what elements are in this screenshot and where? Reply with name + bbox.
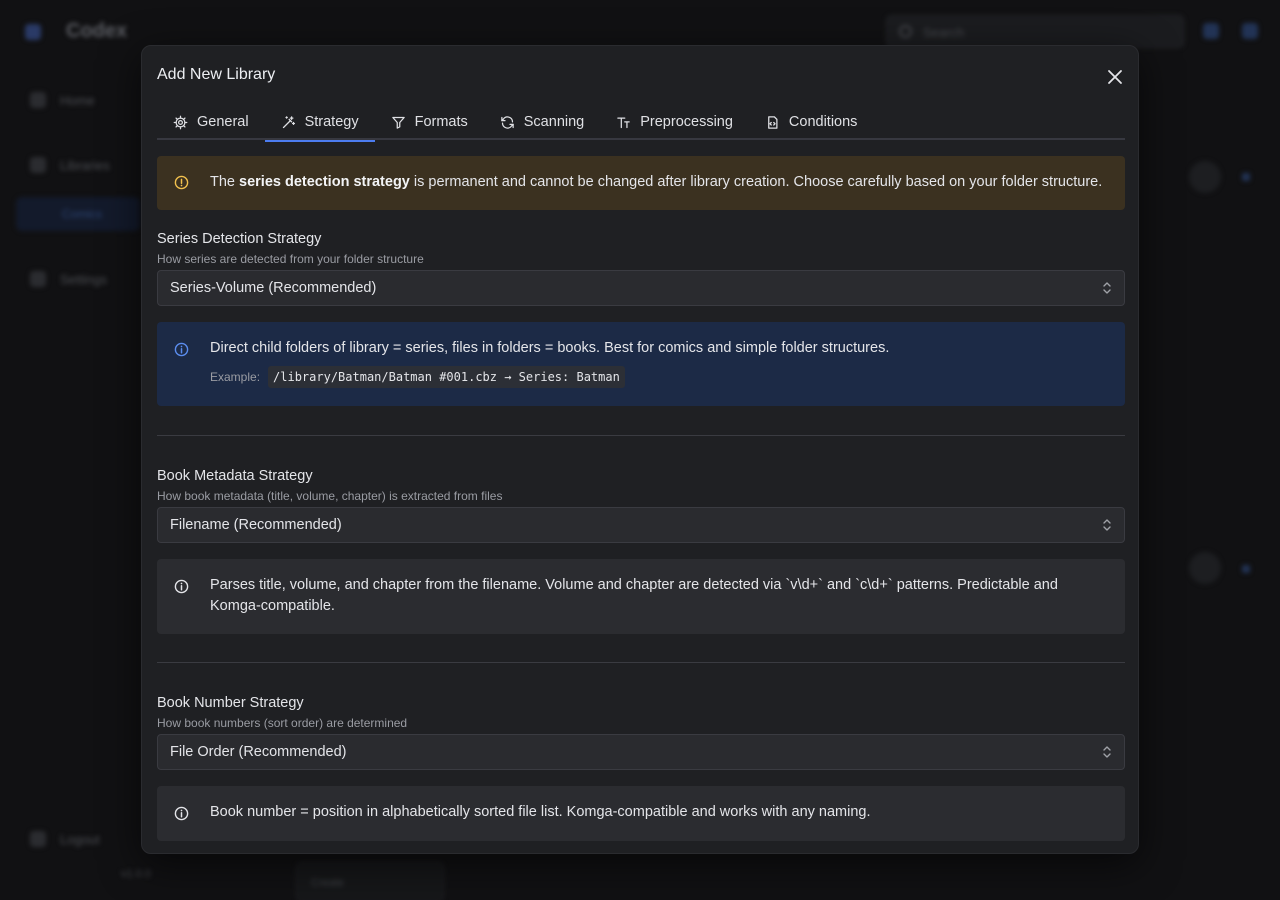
select-value: Filename (Recommended) — [170, 517, 342, 533]
background-card: Create — [296, 862, 444, 900]
warning-icon — [174, 175, 189, 195]
add-library-modal: Add New Library General Strategy Formats… — [141, 45, 1139, 854]
search-input: Search — [886, 15, 1184, 48]
tab-conditions[interactable]: Conditions — [749, 104, 874, 140]
bg-indicator — [1242, 565, 1250, 573]
tab-label: Strategy — [304, 114, 359, 130]
close-icon — [1108, 70, 1122, 84]
sidebar-item-settings: Settings — [30, 271, 107, 287]
tab-scanning[interactable]: Scanning — [484, 104, 600, 140]
series-strategy-label: Series Detection Strategy — [157, 231, 322, 247]
info-icon — [174, 342, 189, 362]
tab-strategy[interactable]: Strategy — [264, 104, 375, 142]
section-divider — [157, 435, 1125, 436]
section-divider — [157, 662, 1125, 663]
close-button[interactable] — [1104, 66, 1126, 88]
book-number-info-text: Book number = position in alphabetically… — [210, 804, 871, 820]
app-name: Codex — [66, 20, 128, 42]
sidebar-item-logout: Logout — [30, 831, 100, 847]
home-icon — [30, 92, 46, 108]
gear-icon — [173, 115, 188, 129]
book-metadata-info: Parses title, volume, and chapter from t… — [157, 559, 1125, 634]
tab-label: Preprocessing — [640, 114, 733, 130]
tab-formats[interactable]: Formats — [375, 104, 484, 140]
book-metadata-strategy-description: How book metadata (title, volume, chapte… — [157, 489, 503, 503]
app-version: v1.0.0 — [121, 868, 151, 880]
app-logo-icon — [25, 24, 41, 40]
book-number-strategy-select[interactable]: File Order (Recommended) — [157, 734, 1125, 770]
theme-toggle-icon — [1203, 23, 1219, 39]
chevron-up-down-icon — [1103, 282, 1111, 294]
file-code-icon — [768, 115, 778, 129]
warning-text: The series detection strategy is permane… — [210, 174, 1103, 190]
book-metadata-strategy-label: Book Metadata Strategy — [157, 468, 313, 484]
chevron-up-down-icon — [1103, 746, 1111, 758]
bg-action-button — [1189, 552, 1221, 584]
tab-label: Conditions — [788, 114, 858, 130]
series-strategy-info: Direct child folders of library = series… — [157, 322, 1125, 406]
series-info-text: Direct child folders of library = series… — [210, 340, 890, 356]
tab-label: Scanning — [523, 114, 585, 130]
info-icon — [174, 806, 189, 826]
warning-alert: The series detection strategy is permane… — [157, 156, 1125, 210]
tab-bar: General Strategy Formats Scanning Prepro… — [157, 104, 1125, 142]
settings-icon — [30, 271, 46, 287]
series-strategy-select[interactable]: Series-Volume (Recommended) — [157, 270, 1125, 306]
chevron-up-down-icon — [1103, 519, 1111, 531]
search-icon — [899, 25, 912, 38]
sidebar-item-home: Home — [30, 92, 95, 108]
info-icon — [174, 579, 189, 599]
bg-action-button — [1189, 161, 1221, 193]
sidebar-item-comics: Comics — [16, 197, 140, 231]
series-example: Example: /library/Batman/Batman #001.cbz… — [210, 366, 625, 388]
library-icon — [30, 157, 46, 173]
book-metadata-info-text: Parses title, volume, and chapter from t… — [210, 577, 1058, 614]
example-label: Example: — [210, 370, 261, 384]
bg-indicator — [1242, 173, 1250, 181]
tab-label: General — [197, 114, 249, 130]
user-menu-icon — [1242, 23, 1258, 39]
book-number-strategy-description: How book numbers (sort order) are determ… — [157, 716, 408, 730]
filter-icon — [391, 116, 405, 129]
book-number-info: Book number = position in alphabetically… — [157, 786, 1125, 841]
refresh-icon — [501, 115, 514, 129]
select-value: Series-Volume (Recommended) — [170, 280, 377, 296]
sidebar-item-libraries: Libraries — [30, 157, 110, 173]
series-strategy-description: How series are detected from your folder… — [157, 252, 424, 266]
example-code: /library/Batman/Batman #001.cbz → Series… — [268, 366, 625, 388]
wand-icon — [282, 115, 295, 128]
text-type-icon — [617, 117, 630, 128]
search-placeholder: Search — [923, 25, 965, 40]
tab-label: Formats — [414, 114, 468, 130]
tab-general[interactable]: General — [157, 104, 265, 140]
book-metadata-strategy-select[interactable]: Filename (Recommended) — [157, 507, 1125, 543]
logout-icon — [30, 831, 46, 847]
select-value: File Order (Recommended) — [170, 744, 347, 760]
modal-title: Add New Library — [157, 66, 276, 83]
book-number-strategy-label: Book Number Strategy — [157, 695, 304, 711]
tab-preprocessing[interactable]: Preprocessing — [600, 104, 749, 140]
